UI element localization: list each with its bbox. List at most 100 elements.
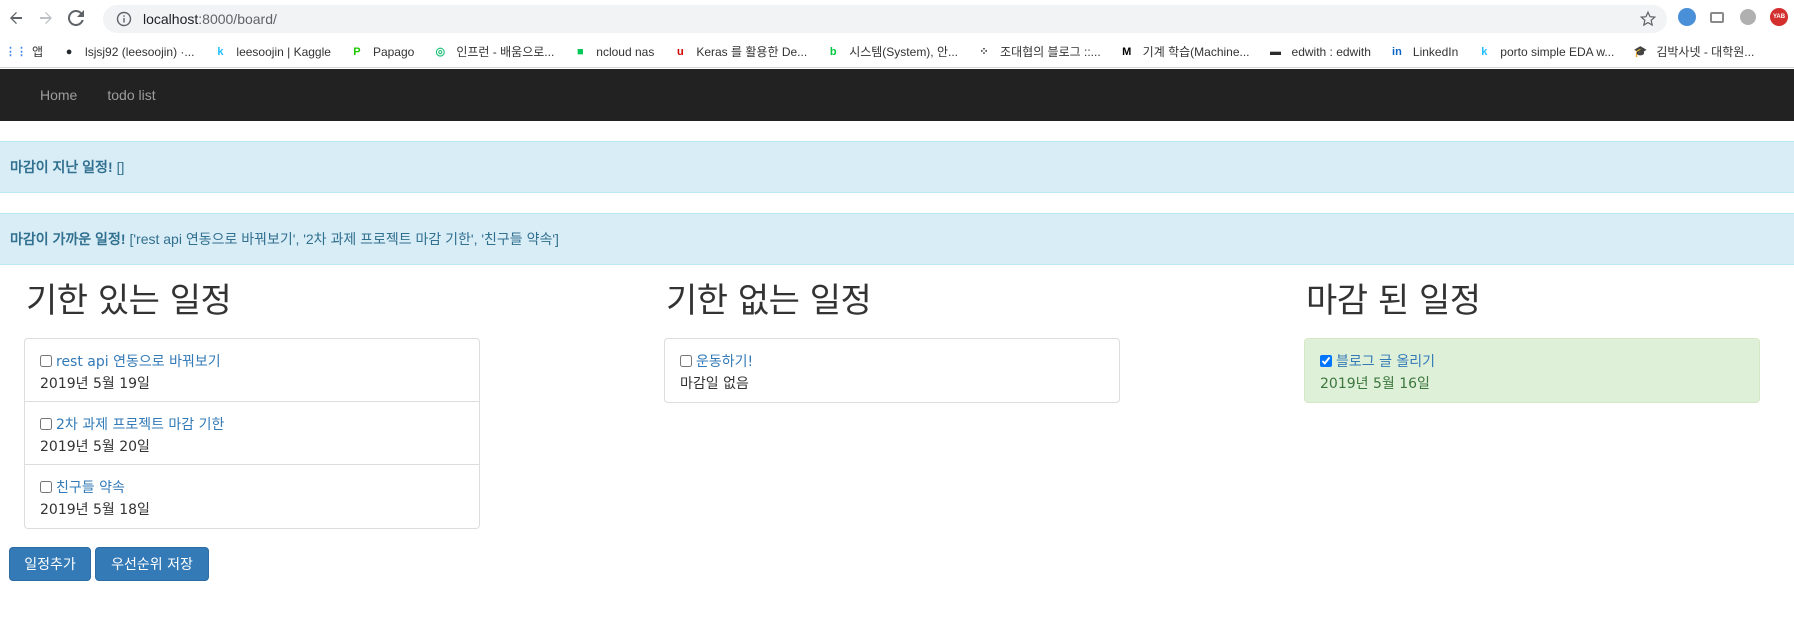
url-text: localhost:8000/board/	[143, 11, 277, 27]
column-completed: 마감 된 일정 블로그 글 올리기 2019년 5월 16일	[1304, 276, 1762, 403]
papago-icon: P	[353, 45, 361, 58]
todo-checkbox[interactable]	[1320, 355, 1332, 367]
column-title-with-deadline: 기한 있는 일정	[26, 281, 232, 321]
bookmark-star-icon[interactable]	[1639, 10, 1657, 32]
bookmark-label: edwith : edwith	[1291, 44, 1371, 59]
todo-list-completed: 블로그 글 올리기 2019년 5월 16일	[1304, 338, 1760, 403]
bookmark-label: leesoojin | Kaggle	[236, 44, 331, 59]
bookmark-item[interactable]: ▬ edwith : edwith	[1268, 44, 1371, 60]
bookmark-label: Keras 를 활용한 De...	[696, 45, 808, 59]
back-button[interactable]	[2, 4, 30, 32]
add-schedule-button[interactable]: 일정추가	[9, 547, 91, 581]
bookmark-label: ncloud nas	[596, 44, 655, 59]
site-info-icon[interactable]	[115, 10, 133, 28]
medium-icon: M	[1122, 45, 1132, 58]
bookmark-label: Papago	[372, 44, 415, 59]
todo-item: rest api 연동으로 바꿔보기 2019년 5월 19일	[25, 339, 479, 402]
bookmark-label: 인프런 - 배움으로...	[456, 45, 555, 59]
forward-arrow-icon	[40, 12, 52, 24]
bookmark-item[interactable]: u Keras 를 활용한 De...	[672, 43, 807, 60]
column-title-no-deadline: 기한 없는 일정	[666, 281, 872, 321]
todo-list-no-deadline: 운동하기! 마감일 없음	[664, 338, 1120, 403]
kaggle-icon: k	[1481, 45, 1488, 58]
bookmark-item[interactable]: ● lsjsj92 (leesoojin) ·...	[61, 44, 195, 60]
todo-checkbox[interactable]	[40, 481, 52, 493]
bookmark-item[interactable]: ⁘ 조대협의 블로그 ::...	[976, 43, 1101, 60]
site-navbar: Home todo list	[0, 69, 1794, 121]
todo-due-date: 2019년 5월 20일	[40, 439, 150, 455]
nav-todo-list-link[interactable]: todo list	[92, 87, 170, 103]
globe-extension-icon[interactable]	[1678, 8, 1696, 26]
bookmark-label: 기계 학습(Machine...	[1142, 45, 1250, 59]
bookmark-item[interactable]: k leesoojin | Kaggle	[212, 44, 331, 60]
inflearn-icon: ◎	[435, 46, 446, 58]
bookmark-label: 앱	[32, 45, 44, 59]
column-with-deadline: 기한 있는 일정 rest api 연동으로 바꿔보기 2019년 5월 19일 2…	[24, 276, 482, 529]
tistory-icon: ⁘	[979, 46, 989, 58]
todo-checkbox[interactable]	[40, 418, 52, 430]
browser-toolbar: localhost:8000/board/ YAB	[0, 0, 1794, 36]
overdue-alert-text: []	[116, 159, 125, 175]
url-path: :8000/board/	[198, 11, 277, 27]
bookmark-item[interactable]: b 시스템(System), 안...	[825, 43, 958, 60]
kaggle-icon: k	[217, 45, 224, 58]
linkedin-icon: in	[1392, 45, 1402, 58]
reload-button[interactable]	[62, 4, 90, 32]
extensions-area: YAB	[1678, 8, 1788, 26]
todo-due-date: 2019년 5월 19일	[40, 376, 150, 392]
bookmark-label: 조대협의 블로그 ::...	[1000, 45, 1101, 59]
todo-list-with-deadline: rest api 연동으로 바꿔보기 2019년 5월 19일 2차 과제 프로젝트…	[24, 338, 480, 529]
bookmark-item[interactable]: M 기계 학습(Machine...	[1119, 43, 1250, 60]
column-title-completed: 마감 된 일정	[1306, 281, 1481, 321]
todo-title-link[interactable]: 친구들 약속	[56, 477, 125, 497]
bookmark-item[interactable]: ⋮⋮ 앱	[5, 43, 44, 60]
bookmark-label: LinkedIn	[1412, 44, 1459, 59]
address-bar[interactable]: localhost:8000/board/	[103, 5, 1667, 33]
todo-checkbox[interactable]	[40, 355, 52, 367]
bookmark-item[interactable]: 🎓 김박사넷 - 대학원...	[1632, 43, 1754, 60]
nav-home-link[interactable]: Home	[25, 87, 92, 103]
apps-grid-icon: ⋮⋮	[5, 46, 27, 58]
edwith-icon: ▬	[1270, 45, 1282, 58]
github-icon: ●	[65, 45, 73, 58]
grey-globe-icon[interactable]	[1740, 9, 1756, 25]
todo-due-date: 마감일 없음	[680, 376, 749, 392]
todo-title-link[interactable]: rest api 연동으로 바꿔보기	[56, 351, 221, 371]
upcoming-alert-label: 마감이 가까운 일정!	[10, 231, 126, 247]
todo-title-link[interactable]: 운동하기!	[696, 351, 753, 371]
ncloud-icon: ■	[576, 45, 584, 58]
todo-title-link[interactable]: 2차 과제 프로젝트 마감 기한	[56, 414, 224, 434]
todo-item: 2차 과제 프로젝트 마감 기한 2019년 5월 20일	[25, 402, 479, 465]
save-priority-button[interactable]: 우선순위 저장	[95, 547, 209, 581]
upcoming-alert-text: ['rest api 연동으로 바꿔보기', '2차 과제 프로젝트 마감 기한…	[129, 231, 559, 247]
todo-item: 운동하기! 마감일 없음	[665, 339, 1119, 402]
bookmark-item[interactable]: k porto simple EDA w...	[1476, 44, 1614, 60]
bookmark-label: 시스템(System), 안...	[849, 45, 959, 59]
todo-due-date: 2019년 5월 18일	[40, 502, 150, 518]
reload-icon	[68, 10, 84, 26]
column-no-deadline: 기한 없는 일정 운동하기! 마감일 없음	[664, 276, 1122, 403]
back-arrow-icon	[10, 12, 22, 24]
bookmark-label: porto simple EDA w...	[1500, 44, 1615, 59]
upcoming-alert: 마감이 가까운 일정! ['rest api 연동으로 바꿔보기', '2차 과…	[0, 213, 1794, 265]
cast-icon[interactable]	[1710, 11, 1724, 23]
bookmarks-bar: ⋮⋮ 앱 ● lsjsj92 (leesoojin) ·... k leesoojin |…	[0, 36, 1794, 68]
bookmark-label: lsjsj92 (leesoojin) ·...	[85, 44, 195, 59]
forward-button[interactable]	[32, 4, 60, 32]
yab-extension-icon[interactable]: YAB	[1770, 8, 1788, 26]
keras-icon: u	[676, 45, 684, 58]
blog-icon: b	[829, 45, 837, 58]
todo-item: 친구들 약속 2019년 5월 18일	[25, 465, 479, 528]
todo-item: 블로그 글 올리기 2019년 5월 16일	[1305, 339, 1759, 402]
bookmark-item[interactable]: P Papago	[349, 44, 414, 60]
bookmark-item[interactable]: ◎ 인프런 - 배움으로...	[432, 43, 555, 60]
overdue-alert-label: 마감이 지난 일정!	[10, 159, 113, 175]
bookmark-item[interactable]: in LinkedIn	[1389, 44, 1458, 60]
todo-due-date: 2019년 5월 16일	[1320, 376, 1430, 392]
bookmark-label: 김박사넷 - 대학원...	[1656, 45, 1755, 59]
todo-title-link[interactable]: 블로그 글 올리기	[1336, 351, 1435, 371]
url-host: localhost	[143, 11, 199, 27]
overdue-alert: 마감이 지난 일정! []	[0, 141, 1794, 193]
todo-checkbox[interactable]	[680, 355, 692, 367]
bookmark-item[interactable]: ■ ncloud nas	[572, 44, 654, 60]
